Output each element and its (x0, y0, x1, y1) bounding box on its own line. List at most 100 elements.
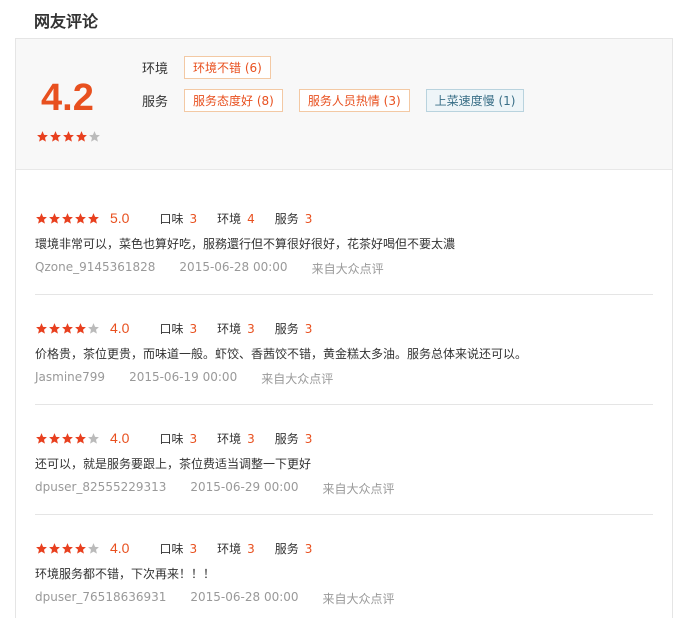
taste-label: 口味 (159, 321, 184, 336)
review-date: 2015-06-29 00:00 (190, 480, 299, 494)
star-empty-icon (87, 322, 100, 335)
star-filled-icon (61, 432, 74, 445)
environment-tag-label: 环境 (142, 62, 169, 77)
review-date: 2015-06-28 00:00 (190, 590, 299, 604)
review-footer: Qzone_9145361828 2015-06-28 00:00 来自大众点评 (35, 260, 655, 277)
environment-label: 环境 (217, 321, 242, 336)
service-tag-row: 服务 服务态度好 (8) 服务人员热情 (3) 上菜速度慢 (1) (142, 89, 540, 112)
star-filled-icon (48, 432, 61, 445)
taste-value: 3 (189, 321, 198, 336)
review-user[interactable]: Jasmine799 (35, 370, 105, 387)
star-filled-icon (48, 212, 61, 225)
star-empty-icon (88, 130, 101, 143)
review-user[interactable]: dpuser_82555229313 (35, 480, 166, 497)
environment-label: 环境 (217, 541, 242, 556)
service-value: 3 (304, 541, 313, 556)
review-text: 環境非常可以，菜色也算好吃，服務還行但不算很好很好，花茶好喝但不要太濃 (35, 237, 456, 251)
environment-label: 环境 (217, 211, 242, 226)
review-divider (35, 404, 653, 405)
review-meta: 4.0 口味 3 环境 3 服务 3 (35, 539, 655, 557)
review-footer: Jasmine799 2015-06-19 00:00 来自大众点评 (35, 370, 655, 387)
service-rating: 服务 3 (275, 540, 313, 557)
environment-rating: 环境 3 (217, 320, 255, 337)
review-score: 4.0 (110, 540, 130, 556)
service-tag-label: 服务 (142, 95, 169, 110)
service-rating: 服务 3 (275, 210, 313, 227)
service-rating: 服务 3 (275, 430, 313, 447)
star-filled-icon (35, 542, 48, 555)
review-footer: dpuser_82555229313 2015-06-29 00:00 来自大众点评 (35, 480, 655, 497)
review-divider (35, 294, 653, 295)
environment-value: 3 (247, 321, 255, 336)
rating-summary: 4.2 环境 环境不错 (6) 服务 服务态度好 (8) 服务人员热情 (3) … (16, 39, 672, 170)
star-filled-icon (35, 212, 48, 225)
review-meta: 4.0 口味 3 环境 3 服务 3 (35, 319, 655, 337)
review-date: 2015-06-19 00:00 (129, 370, 238, 384)
taste-rating: 口味 3 (159, 540, 197, 557)
service-value: 3 (304, 321, 313, 336)
taste-value: 3 (189, 541, 198, 556)
star-filled-icon (61, 212, 74, 225)
review-score: 5.0 (110, 210, 130, 226)
tag-environment-good[interactable]: 环境不错 (6) (184, 56, 271, 79)
tag-service-attitude[interactable]: 服务态度好 (8) (184, 89, 283, 112)
review-meta: 5.0 口味 3 环境 4 服务 3 (35, 209, 655, 227)
review-score: 4.0 (110, 430, 130, 446)
review-stars (35, 212, 100, 225)
service-value: 3 (304, 211, 313, 226)
star-filled-icon (36, 130, 49, 143)
review-score: 4.0 (110, 320, 130, 336)
star-filled-icon (87, 212, 100, 225)
taste-label: 口味 (159, 431, 184, 446)
star-filled-icon (48, 322, 61, 335)
star-empty-icon (87, 542, 100, 555)
review-stars (35, 542, 100, 555)
review-item: 4.0 口味 3 环境 3 服务 3 环境服务都不错，下次再来！！！ dpuser_765186… (35, 539, 655, 607)
review-stars (35, 322, 100, 335)
environment-value: 3 (247, 431, 255, 446)
star-filled-icon (61, 542, 74, 555)
environment-value: 3 (247, 541, 255, 556)
review-source: 来自大众点评 (322, 482, 395, 496)
star-empty-icon (87, 432, 100, 445)
review-source: 来自大众点评 (311, 262, 384, 276)
review-item: 5.0 口味 3 环境 4 服务 3 環境非常可以，菜色也算好吃，服務還行但不算很好很好，花茶… (35, 209, 655, 277)
tag-service-speed[interactable]: 上菜速度慢 (1) (425, 89, 525, 112)
star-filled-icon (62, 130, 75, 143)
service-label: 服务 (274, 321, 299, 336)
overall-stars (36, 130, 101, 143)
taste-value: 3 (189, 211, 198, 226)
service-value: 3 (304, 431, 313, 446)
review-text: 还可以，就是服务要跟上，茶位费适当调整一下更好 (35, 457, 312, 471)
star-filled-icon (48, 542, 61, 555)
review-source: 来自大众点评 (322, 592, 395, 606)
environment-label: 环境 (217, 431, 242, 446)
environment-rating: 环境 3 (217, 540, 255, 557)
taste-rating: 口味 3 (159, 320, 197, 337)
review-stars (35, 432, 100, 445)
tag-service-staff[interactable]: 服务人员热情 (3) (298, 89, 410, 112)
taste-label: 口味 (159, 211, 184, 226)
review-text: 价格贵，茶位更贵，而味道一般。虾饺、香茜饺不错，黄金糕太多油。服务总体来说还可以… (35, 347, 528, 361)
section-title: 网友评论 (34, 12, 99, 31)
star-filled-icon (75, 130, 88, 143)
review-user[interactable]: dpuser_76518636931 (35, 590, 166, 607)
taste-rating: 口味 3 (159, 210, 197, 227)
service-label: 服务 (274, 541, 299, 556)
environment-value: 4 (247, 211, 255, 226)
review-item: 4.0 口味 3 环境 3 服务 3 价格贵，茶位更贵，而味道一般。虾饺、香茜饺不错，黄金糕太… (35, 319, 655, 387)
star-filled-icon (74, 322, 87, 335)
review-divider (35, 514, 653, 515)
star-filled-icon (35, 322, 48, 335)
star-filled-icon (49, 130, 62, 143)
review-text: 环境服务都不错，下次再来！！！ (35, 567, 216, 581)
review-user[interactable]: Qzone_9145361828 (35, 260, 155, 277)
star-filled-icon (74, 432, 87, 445)
review-source: 来自大众点评 (261, 372, 334, 386)
taste-label: 口味 (159, 541, 184, 556)
review-meta: 4.0 口味 3 环境 3 服务 3 (35, 429, 655, 447)
review-footer: dpuser_76518636931 2015-06-28 00:00 来自大众点评 (35, 590, 655, 607)
star-filled-icon (61, 322, 74, 335)
taste-value: 3 (189, 431, 198, 446)
review-item: 4.0 口味 3 环境 3 服务 3 还可以，就是服务要跟上，茶位费适当调整一下更好 dpuse… (35, 429, 655, 497)
